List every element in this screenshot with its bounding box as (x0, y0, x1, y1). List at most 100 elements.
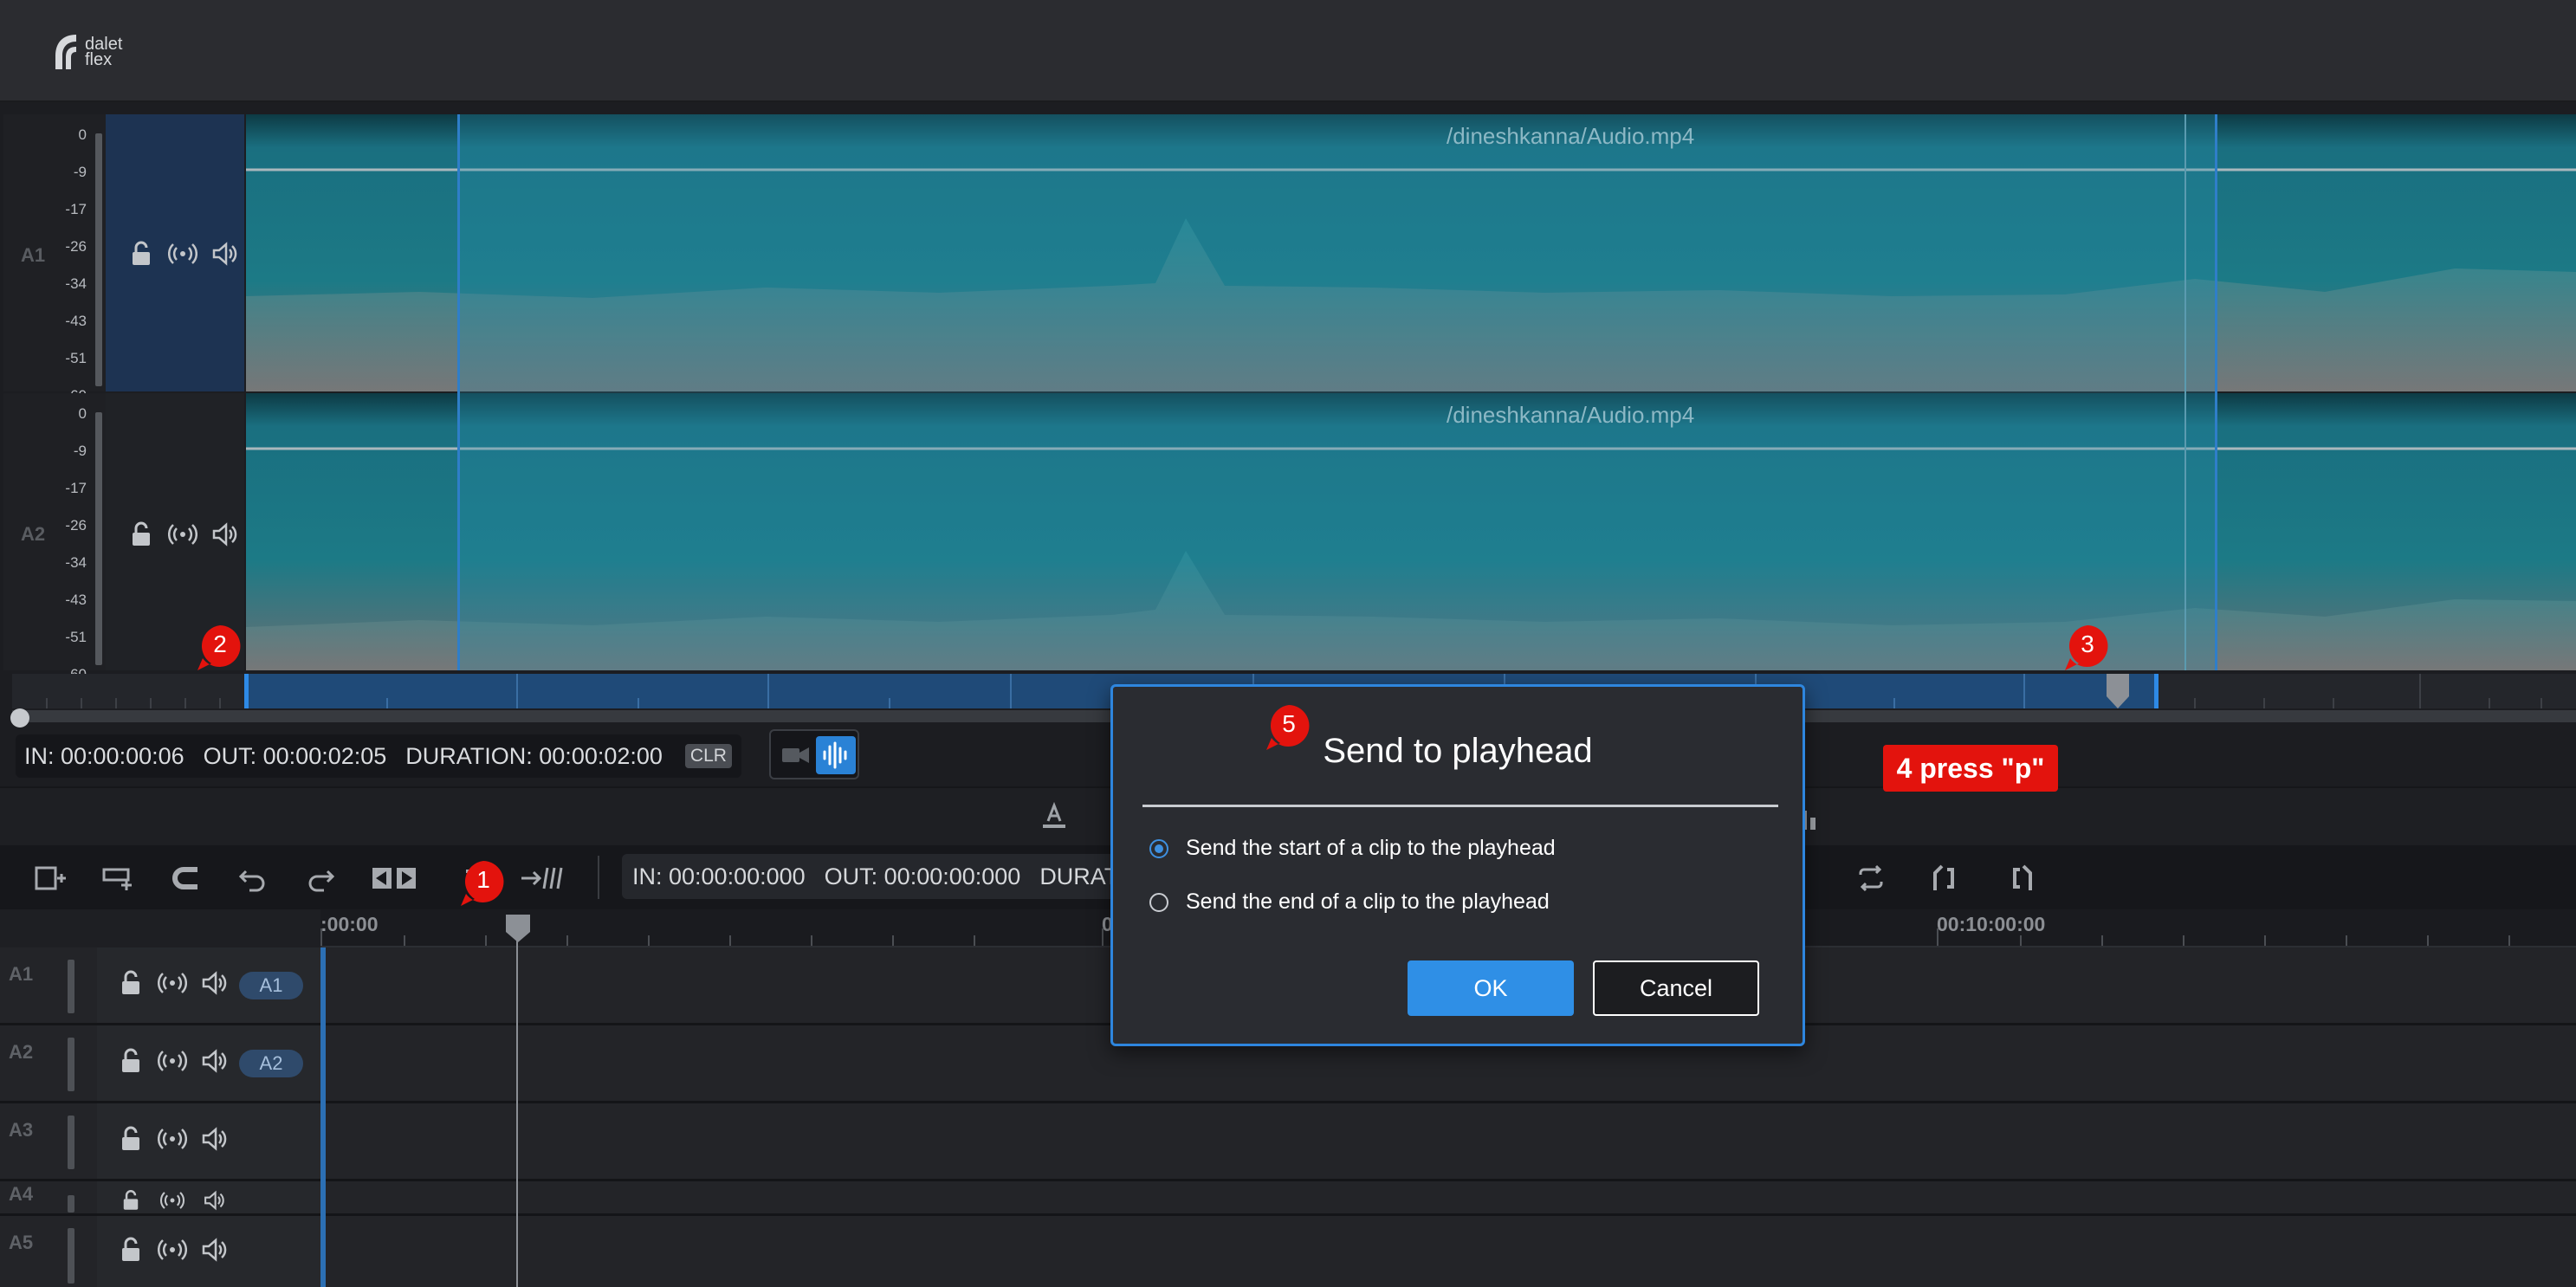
undo-icon[interactable] (236, 863, 270, 894)
scale-43: -43 (65, 592, 87, 608)
lock-icon[interactable] (116, 1124, 146, 1154)
add-track-icon[interactable] (100, 863, 135, 894)
send-to-playhead-dialog: Send to playhead Send the start of a cli… (1110, 684, 1805, 1046)
app-header: dalet flex (0, 0, 2576, 102)
speaker-icon[interactable] (199, 1188, 229, 1213)
lock-icon[interactable] (116, 1188, 146, 1213)
clear-button[interactable]: CLR (684, 744, 732, 768)
broadcast-icon[interactable] (158, 1046, 187, 1076)
speaker-icon[interactable] (210, 520, 239, 549)
annotation-note-4: 4 press "p" (1883, 745, 2058, 792)
marker-number: 5 (1282, 710, 1296, 737)
ruler-tick (1102, 928, 1104, 946)
redo-icon[interactable] (303, 863, 338, 894)
scale-9: -9 (73, 443, 87, 459)
level-meter-bar (95, 412, 102, 665)
broadcast-icon[interactable] (168, 520, 197, 549)
meter-a2: A2 0 -9 -17 -26 -34 -43 -51 -60 (3, 393, 106, 682)
meter-scale: 0 -9 -17 -26 -34 -43 -51 -60 (61, 126, 87, 424)
cancel-button[interactable]: Cancel (1593, 960, 1759, 1016)
broadcast-icon[interactable] (158, 1188, 187, 1213)
logo-mark-icon (55, 35, 76, 69)
track-icons (116, 968, 229, 998)
ruler-tick (320, 928, 322, 946)
scale-26: -26 (65, 517, 87, 534)
ruler-tick (974, 935, 975, 946)
loop-icon[interactable] (1854, 863, 1888, 894)
track-patch-badge[interactable]: A1 (239, 972, 303, 999)
ruler-tick (1937, 928, 1938, 946)
in-out-selection[interactable] (457, 114, 2217, 670)
audio-waveform-button[interactable] (816, 736, 856, 774)
timeline-track-a5[interactable]: A5 (0, 1216, 2576, 1287)
track-icons (116, 1188, 229, 1213)
mark-in-icon[interactable] (1928, 863, 1963, 894)
zoom-scrollbar-handle[interactable] (10, 708, 29, 728)
timeline-playhead-handle[interactable] (504, 913, 532, 944)
lock-icon[interactable] (126, 239, 156, 268)
speaker-icon[interactable] (199, 1046, 229, 1076)
marker-number: 1 (476, 866, 490, 893)
broadcast-icon[interactable] (158, 968, 187, 998)
radio-send-start[interactable] (1149, 838, 1168, 858)
track-level-bar (68, 1038, 74, 1091)
lock-icon[interactable] (116, 1046, 146, 1076)
magnet-snap-icon[interactable] (170, 863, 204, 894)
dalet-flex-logo[interactable]: dalet flex (50, 28, 146, 76)
send-to-playhead-icon[interactable] (520, 863, 566, 894)
timeline-out-timecode: OUT: 00:00:00:000 (824, 863, 1021, 889)
ruler-tick (2508, 935, 2510, 946)
text-track-icon[interactable] (1039, 800, 1069, 831)
marker-number: 3 (2081, 631, 2094, 657)
source-playhead-line (2184, 114, 2186, 670)
timeline-track-a3[interactable]: A3 (0, 1103, 2576, 1181)
insert-clip-icon[interactable] (33, 863, 68, 894)
timeline-in-timecode: IN: 00:00:00:000 (632, 863, 806, 889)
broadcast-icon[interactable] (158, 1124, 187, 1154)
source-out-timecode: OUT: 00:00:02:05 (203, 742, 387, 769)
ok-button[interactable]: OK (1408, 960, 1574, 1016)
option-send-start[interactable]: Send the start of a clip to the playhead (1149, 836, 1556, 861)
track-icons-a1 (126, 239, 239, 268)
source-duration: DURATION: 00:00:02:00 (405, 742, 663, 769)
lock-icon[interactable] (116, 968, 146, 998)
track-label-a1: A1 (21, 244, 46, 266)
broadcast-icon[interactable] (158, 1235, 187, 1264)
scale-0: 0 (78, 126, 87, 143)
lock-icon[interactable] (126, 520, 156, 549)
speaker-icon[interactable] (210, 239, 239, 268)
scale-43: -43 (65, 313, 87, 329)
speaker-icon[interactable] (199, 1124, 229, 1154)
track-patch-badge[interactable]: A2 (239, 1050, 303, 1077)
ruler-tick (648, 935, 650, 946)
dialog-title: Send to playhead (1323, 732, 1593, 770)
lock-icon[interactable] (116, 1235, 146, 1264)
annotation-marker-1: 1 (459, 859, 508, 908)
scale-34: -34 (65, 554, 87, 571)
ruler-tick (2264, 935, 2266, 946)
track-body[interactable] (320, 1103, 2576, 1179)
speaker-icon[interactable] (199, 968, 229, 998)
track-label: A1 (9, 963, 34, 985)
scale-17: -17 (65, 480, 87, 496)
ruler-tick (2020, 935, 2022, 946)
ruler-tick (2183, 935, 2184, 946)
scale-17: -17 (65, 201, 87, 217)
track-body[interactable] (320, 1181, 2576, 1213)
ruler-tick (2427, 935, 2429, 946)
speaker-icon[interactable] (199, 1235, 229, 1264)
video-camera-icon[interactable] (780, 740, 812, 771)
source-playhead-handle[interactable] (2105, 672, 2131, 710)
option-send-end[interactable]: Send the end of a clip to the playhead (1149, 889, 1550, 915)
broadcast-icon[interactable] (168, 239, 197, 268)
ruler-tick (404, 935, 405, 946)
radio-send-end[interactable] (1149, 892, 1168, 912)
scale-51: -51 (65, 629, 87, 645)
ruler-tick (811, 935, 812, 946)
split-clip-icon[interactable] (371, 863, 417, 894)
mark-out-icon[interactable] (2004, 863, 2039, 894)
track-body[interactable] (320, 1216, 2576, 1287)
track-level-bar (68, 1195, 74, 1213)
meter-scale: 0 -9 -17 -26 -34 -43 -51 -60 (61, 405, 87, 703)
timeline-track-a4[interactable]: A4 (0, 1181, 2576, 1216)
